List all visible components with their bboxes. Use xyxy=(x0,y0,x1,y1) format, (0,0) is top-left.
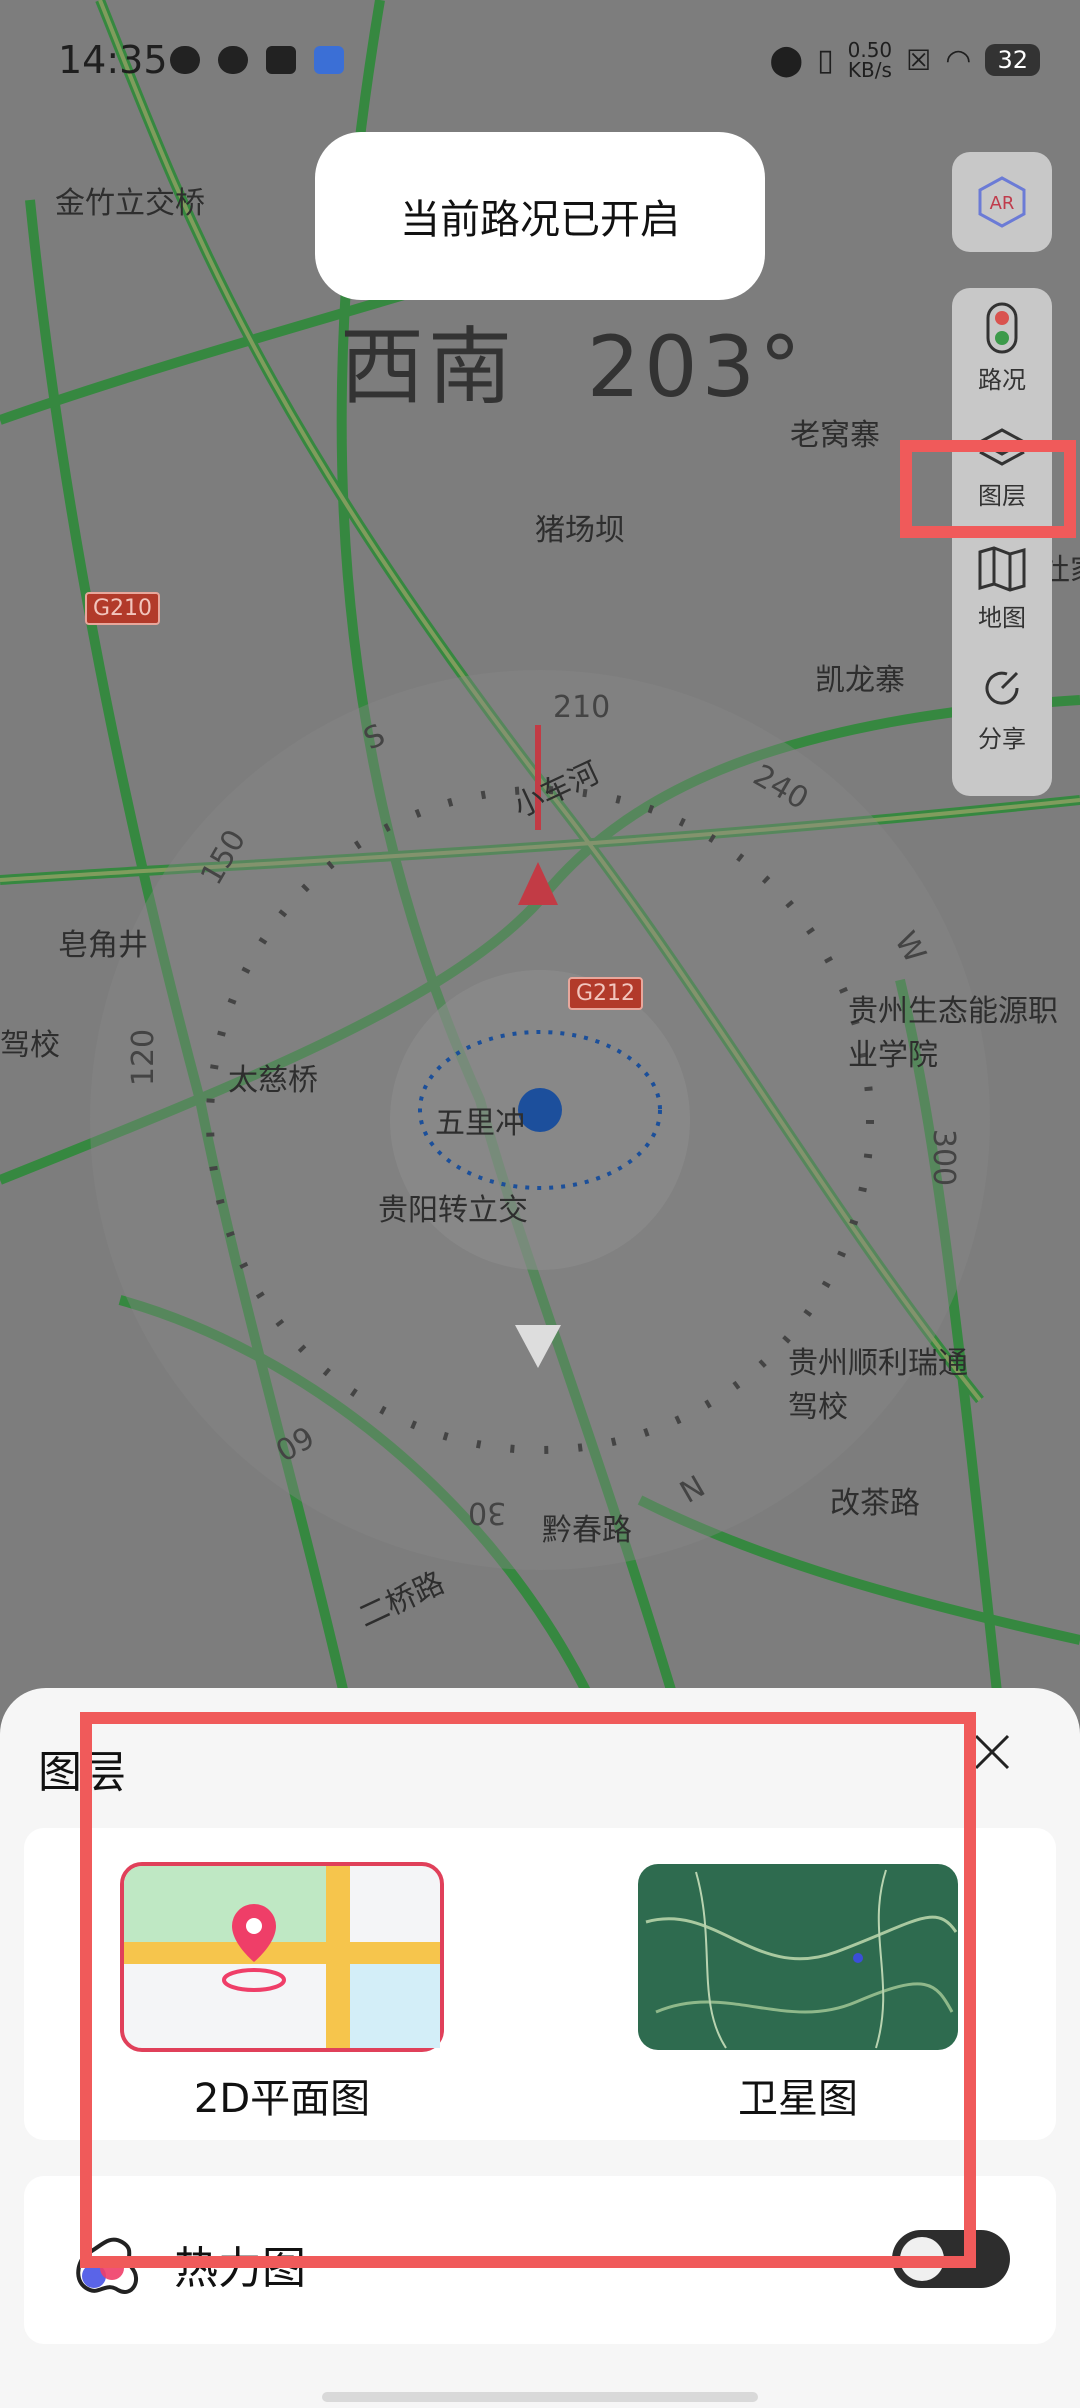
battery-indicator: 32 xyxy=(985,44,1040,76)
home-indicator[interactable] xyxy=(322,2392,758,2402)
share-label: 分享 xyxy=(978,724,1026,753)
map-label: 贵州生态能源职业学院 xyxy=(848,994,1058,1073)
compass-heading: 西南 203° xyxy=(340,300,805,421)
heading-direction: 西南 xyxy=(340,318,517,416)
road-badge: G212 xyxy=(568,977,644,1010)
map-label: 驾校 xyxy=(0,1028,60,1063)
map-label: 改茶路 xyxy=(830,1486,920,1521)
traffic-button[interactable]: 路况 xyxy=(952,288,1052,408)
toast-message: 当前路况已开启 xyxy=(315,132,765,300)
map-label: 太慈桥 xyxy=(228,1063,318,1098)
map-label: 贵阳转立交 xyxy=(378,1193,528,1228)
share-button[interactable]: 分享 xyxy=(952,648,1052,768)
status-bar: 14:35 ⬤ ▯ 0.50 KB/s ☒ ◠ 32 xyxy=(0,0,1080,120)
map-icon xyxy=(978,545,1026,592)
compass-tick: 210 xyxy=(553,690,611,725)
road-badge: G210 xyxy=(85,592,161,625)
map-label: 皂角井 xyxy=(58,928,148,963)
map-button[interactable]: 地图 xyxy=(952,528,1052,648)
app-notification-icon xyxy=(218,46,248,74)
compass-tick: 120 xyxy=(126,1028,162,1087)
compass-tick: 30 xyxy=(468,1495,507,1530)
map-label: 五里冲 xyxy=(435,1106,525,1141)
app-notification-icon xyxy=(314,46,344,74)
close-icon xyxy=(974,1734,1010,1770)
traffic-label: 路况 xyxy=(978,365,1026,394)
status-time: 14:35 xyxy=(58,38,168,82)
compass-tick: 300 xyxy=(926,1128,962,1187)
ar-icon: AR xyxy=(978,176,1026,228)
map-label: 猪场坝 xyxy=(535,513,625,548)
heading-degrees: 203° xyxy=(586,318,806,416)
app-notification-icon xyxy=(170,46,200,74)
map-label: 金竹立交桥 xyxy=(55,186,205,221)
wifi-icon: ◠ xyxy=(945,42,972,78)
sim-off-icon: ☒ xyxy=(906,43,932,77)
ar-label: AR xyxy=(990,193,1015,214)
map-label: 贵州顺利瑞通驾校 xyxy=(788,1346,968,1425)
traffic-light-icon xyxy=(986,302,1018,353)
map-label: 黔春路 xyxy=(542,1513,632,1548)
ar-button[interactable]: AR xyxy=(952,152,1052,252)
mail-icon xyxy=(266,46,296,74)
location-icon: ⬤ xyxy=(769,42,804,78)
vibrate-icon: ▯ xyxy=(817,42,834,78)
sheet-content-highlight xyxy=(80,1712,976,2268)
map-label: 凯龙寨 xyxy=(815,663,905,698)
share-icon xyxy=(985,671,1019,705)
status-icons: ⬤ ▯ 0.50 KB/s ☒ ◠ 32 xyxy=(770,40,1040,80)
layers-button-highlight xyxy=(900,440,1076,538)
notification-icons xyxy=(170,46,344,74)
map-label: 地图 xyxy=(978,603,1026,632)
map-toolbar: 路况 图层 地图 分享 xyxy=(952,288,1052,796)
network-speed: 0.50 KB/s xyxy=(848,40,893,80)
network-speed-unit: KB/s xyxy=(847,58,892,82)
network-speed-value: 0.50 xyxy=(847,38,893,62)
